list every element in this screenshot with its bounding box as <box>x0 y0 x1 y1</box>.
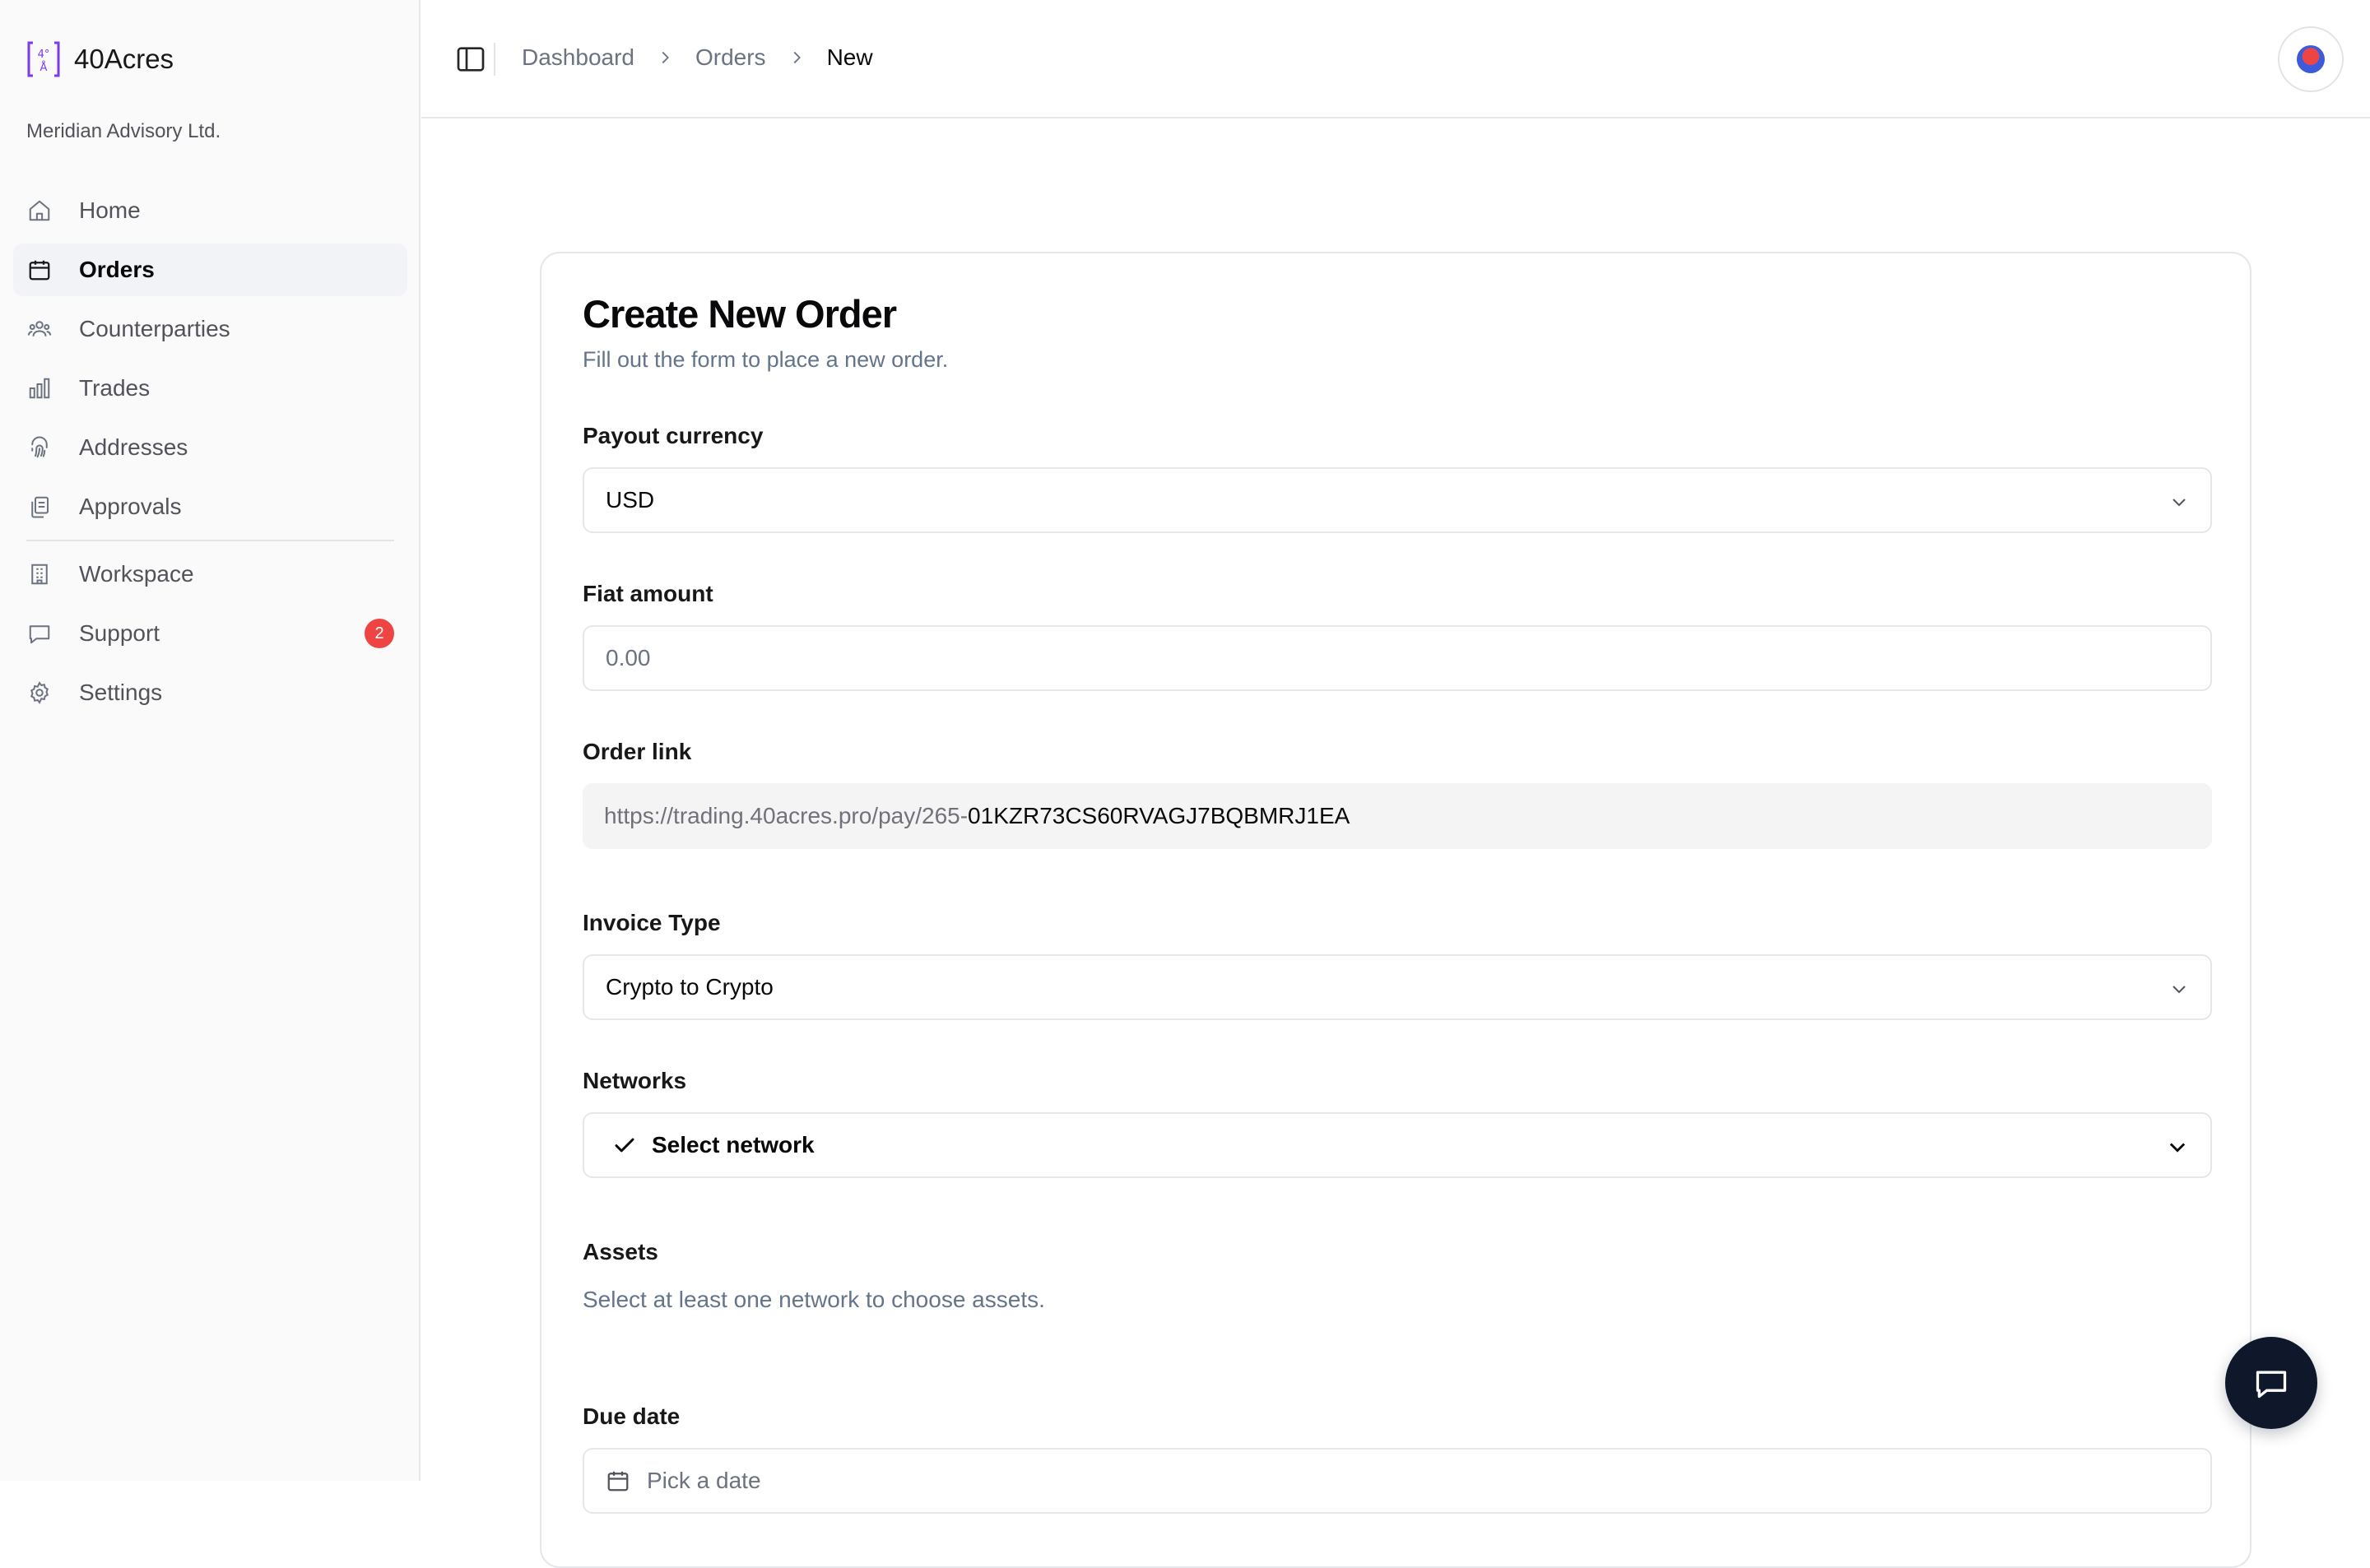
header-separator <box>494 43 495 76</box>
fiat-amount-input[interactable]: 0.00 <box>583 625 2212 691</box>
check-icon <box>615 1138 634 1153</box>
due-date-placeholder: Pick a date <box>647 1468 761 1493</box>
chevron-right-icon <box>793 51 801 64</box>
sidebar-item-label: Support <box>79 620 160 646</box>
invoice-type-label: Invoice Type <box>583 910 721 935</box>
sidebar-item-label: Orders <box>79 257 155 282</box>
due-date-label: Due date <box>583 1403 681 1429</box>
due-date-picker[interactable]: Pick a date <box>583 1448 2212 1514</box>
create-order-card: Create New Order Fill out the form to pl… <box>540 252 2252 1568</box>
sidebar-item-label: Settings <box>79 680 163 705</box>
sidebar-nav: Home Orders Counterparties Trades Addres… <box>13 184 407 726</box>
order-link-value: 01KZR73CS60RVAGJ7BQBMRJ1EA <box>968 803 1350 828</box>
sidebar-toggle-icon[interactable] <box>454 43 487 76</box>
home-icon <box>26 197 53 224</box>
breadcrumb: Dashboard Orders New <box>522 44 873 71</box>
sidebar-divider <box>26 540 394 541</box>
sidebar: 4° Å 40Acres Meridian Advisory Ltd. Home… <box>0 0 421 1481</box>
order-link-prefix: https://trading.40acres.pro/pay/265- <box>604 803 969 828</box>
assets-label: Assets <box>583 1239 658 1264</box>
sidebar-item-label: Trades <box>79 375 151 401</box>
sidebar-item-home[interactable]: Home <box>13 184 407 237</box>
sidebar-item-label: Approvals <box>79 494 182 519</box>
chat-button[interactable] <box>2225 1337 2317 1429</box>
sidebar-item-label: Counterparties <box>79 316 230 341</box>
assets-helper-text: Select at least one network to choose as… <box>583 1287 1045 1312</box>
breadcrumb-dashboard[interactable]: Dashboard <box>522 44 634 71</box>
invoice-type-value: Crypto to Crypto <box>606 974 774 1000</box>
building-icon <box>26 561 53 587</box>
sidebar-item-trades[interactable]: Trades <box>13 362 407 415</box>
sidebar-item-label: Workspace <box>79 561 194 587</box>
chevron-right-icon <box>662 51 669 64</box>
chevron-down-icon <box>2172 986 2186 994</box>
chat-icon <box>2256 1371 2287 1399</box>
message-icon <box>26 620 53 647</box>
organization-name: Meridian Advisory Ltd. <box>26 120 221 142</box>
logo-icon: 4° Å <box>27 41 60 77</box>
svg-text:Å: Å <box>40 61 48 74</box>
top-bar: Dashboard Orders New <box>421 0 2370 118</box>
page-subtitle: Fill out the form to place a new order. <box>583 347 949 372</box>
invoice-type-select[interactable]: Crypto to Crypto <box>583 954 2212 1020</box>
clipboard-copy-icon <box>26 494 53 520</box>
avatar <box>2297 45 2325 73</box>
sidebar-item-settings[interactable]: Settings <box>13 666 407 719</box>
fingerprint-icon <box>26 434 53 461</box>
user-menu-button[interactable] <box>2278 26 2344 92</box>
order-link-label: Order link <box>583 739 692 764</box>
calendar-icon <box>607 1471 629 1491</box>
calendar-icon <box>26 257 53 283</box>
fiat-amount-placeholder: 0.00 <box>606 645 651 670</box>
payout-currency-select[interactable]: USD <box>583 467 2212 533</box>
networks-select[interactable]: Select network <box>583 1112 2212 1178</box>
sidebar-item-counterparties[interactable]: Counterparties <box>13 303 407 355</box>
fiat-amount-label: Fiat amount <box>583 581 713 606</box>
sidebar-item-support[interactable]: Support 2 <box>13 607 407 660</box>
chevron-down-icon <box>2172 499 2186 507</box>
brand[interactable]: 4° Å 40Acres <box>26 39 174 79</box>
sidebar-item-label: Home <box>79 197 141 223</box>
brand-name: 40Acres <box>74 44 174 74</box>
gear-icon <box>26 680 53 706</box>
sidebar-item-orders[interactable]: Orders <box>13 244 407 296</box>
bar-chart-icon <box>26 375 53 401</box>
networks-label: Networks <box>583 1068 687 1093</box>
users-icon <box>26 316 53 342</box>
breadcrumb-orders[interactable]: Orders <box>695 44 766 71</box>
payout-currency-value: USD <box>606 487 655 513</box>
sidebar-item-workspace[interactable]: Workspace <box>13 548 407 601</box>
networks-value: Select network <box>652 1132 815 1157</box>
page-title: Create New Order <box>583 292 897 336</box>
sidebar-item-label: Addresses <box>79 434 188 460</box>
sidebar-item-approvals[interactable]: Approvals <box>13 480 407 533</box>
chevron-down-icon <box>2169 1143 2186 1153</box>
order-link-field[interactable]: https://trading.40acres.pro/pay/265- 01KZ… <box>583 783 2212 849</box>
svg-text:4°: 4° <box>38 49 50 61</box>
payout-currency-label: Payout currency <box>583 423 764 448</box>
notification-badge: 2 <box>365 619 394 648</box>
breadcrumb-current: New <box>826 44 873 70</box>
sidebar-item-addresses[interactable]: Addresses <box>13 421 407 474</box>
